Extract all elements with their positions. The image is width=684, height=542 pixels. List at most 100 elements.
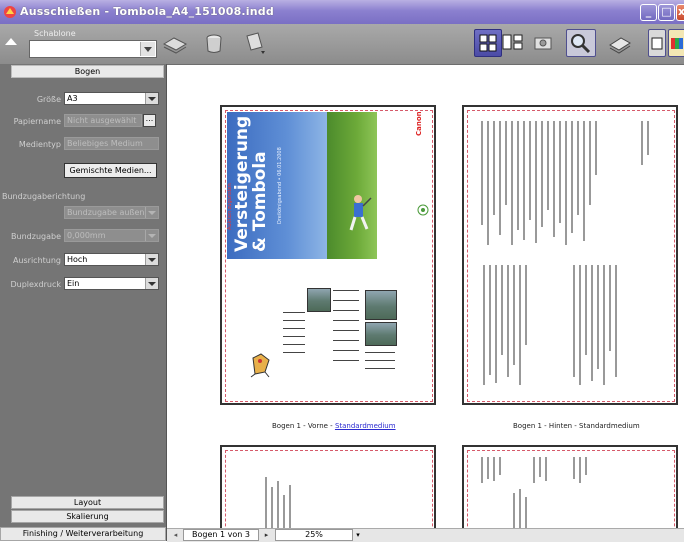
sheet-2-front[interactable] [220,445,436,541]
canon-logo: Canon [415,112,423,136]
title-bar: Ausschießen - Tombola_A4_151008.indd _ □… [0,0,684,24]
text-line [283,344,305,345]
zoom-button[interactable] [566,29,596,57]
text-line [333,330,359,331]
text-line [333,290,359,291]
binding-stepper: 0,000mm [64,229,159,242]
duplex-label: Duplexdruck [10,280,61,289]
text-line [333,350,359,351]
cover-title-line2: & Tombola [250,151,270,252]
photo-thumbnail [365,290,397,320]
media-type-label: Medientyp [18,140,61,149]
finishing-section-header[interactable]: Finishing / Weiterverarbeitung [0,527,166,541]
sheet-back[interactable] [462,105,678,405]
collapse-arrow-icon[interactable] [5,38,17,45]
sheet-2-text [265,477,291,537]
text-line [365,352,395,353]
duplex-dropdown-icon[interactable] [145,278,158,289]
toolbar: Schablone [0,24,684,65]
text-line [333,340,359,341]
close-button[interactable]: x [676,4,684,21]
sheet-back-caption: Bogen 1 - Hinten - Standardmedium [513,422,640,430]
zoom-select[interactable]: 25% [275,529,353,541]
bogen-section-header[interactable]: Bogen [11,65,164,78]
layout-section-header[interactable]: Layout [11,496,164,509]
document-arrow-icon[interactable] [242,30,268,56]
page-indicator: Bogen 1 von 3 [183,529,259,541]
magnifier-icon [571,34,591,54]
text-line [283,328,305,329]
zoom-value: 25% [305,530,323,539]
standard-media-link[interactable]: Standardmedium [335,422,396,430]
window-title: Ausschießen - Tombola_A4_151008.indd [20,5,274,18]
back-page-text-columns [481,121,649,385]
prev-page-icon[interactable]: ◂ [171,530,180,540]
sheet-front[interactable]: Auktion zugunsten Versteigerung & Tombol… [220,105,436,405]
status-bar: ◂ Bogen 1 von 3 ▸ 25% ▾ [167,528,684,542]
media-type-field: Beliebiges Medium [64,137,159,150]
duplex-value: Ein [67,279,80,288]
cover-subtitle: Dreikönigsabend • 06.01.2008 [277,147,283,224]
stack-icon[interactable] [607,30,633,56]
orientation-select[interactable]: Hoch [64,253,159,266]
text-line [283,320,305,321]
binding-direction-value: Bundzugabe außen [67,208,145,217]
layout-view-button[interactable] [474,29,502,57]
text-line [283,352,305,353]
orientation-dropdown-icon[interactable] [145,254,158,265]
cover-page: Auktion zugunsten Versteigerung & Tombol… [227,112,430,259]
minimize-button[interactable]: _ [640,4,657,21]
photo-thumbnail [307,288,331,312]
inside-spread [227,260,430,398]
page-view-button[interactable] [500,29,528,57]
binding-direction-label: Bundzugaberichtung [2,192,86,201]
sheet-2-back[interactable] [462,445,678,541]
template-label: Schablone [34,29,76,38]
grid-layout-icon [479,34,497,52]
binding-direction-select: Bundzugabe außen [64,206,159,219]
text-line [333,320,359,321]
binding-direction-dropdown-icon [145,207,158,218]
text-line [333,300,359,301]
sheet-front-caption: Bogen 1 - Vorne - Standardmedium [272,422,396,430]
paper-browse-button[interactable]: ... [143,114,156,127]
text-line [365,368,395,369]
sheet-icon [651,37,663,50]
mascot-icon [250,353,270,378]
template-select[interactable] [29,40,157,58]
orientation-label: Ausrichtung [12,256,61,265]
text-line [283,312,305,313]
golfer-figure [349,195,372,231]
text-line [365,360,395,361]
next-page-icon[interactable]: ▸ [262,530,271,540]
binding-value: 0,000mm [67,231,106,240]
sheet-2-back-text [481,457,587,533]
cover-grass [327,112,377,259]
maximize-button[interactable]: □ [658,4,675,21]
paper-name-label: Papiername [13,117,61,126]
cover-title: Versteigerung & Tombola [232,115,270,252]
cover-title-line1: Versteigerung [232,115,252,252]
size-label: Größe [36,95,61,104]
app-icon [4,6,16,18]
bucket-icon[interactable] [201,30,227,56]
scaling-section-header[interactable]: Skalierung [11,510,164,523]
color-button[interactable] [668,29,684,57]
zoom-dropdown-icon[interactable]: ▾ [353,530,363,540]
gear-sheet-icon[interactable] [531,30,557,56]
settings-panel: Bogen Größe A3 Papiername Nicht ausgewäh… [0,64,167,541]
binding-label: Bundzugabe [11,232,61,241]
seal-icon [417,204,429,216]
size-dropdown-icon[interactable] [145,93,158,104]
sheet-front-caption-text: Bogen 1 - Vorne - [272,422,335,430]
mixed-media-button[interactable]: Gemischte Medien... [64,163,157,178]
text-line [283,336,305,337]
photo-thumbnail [365,322,397,346]
print-preview-button[interactable] [648,29,666,57]
stack-sheets-icon[interactable] [162,30,188,56]
document-preview-area[interactable]: Auktion zugunsten Versteigerung & Tombol… [167,65,684,541]
size-select[interactable]: A3 [64,92,159,105]
binding-stepper-icon [145,230,158,241]
pages-icon [502,34,523,50]
duplex-select[interactable]: Ein [64,277,159,290]
